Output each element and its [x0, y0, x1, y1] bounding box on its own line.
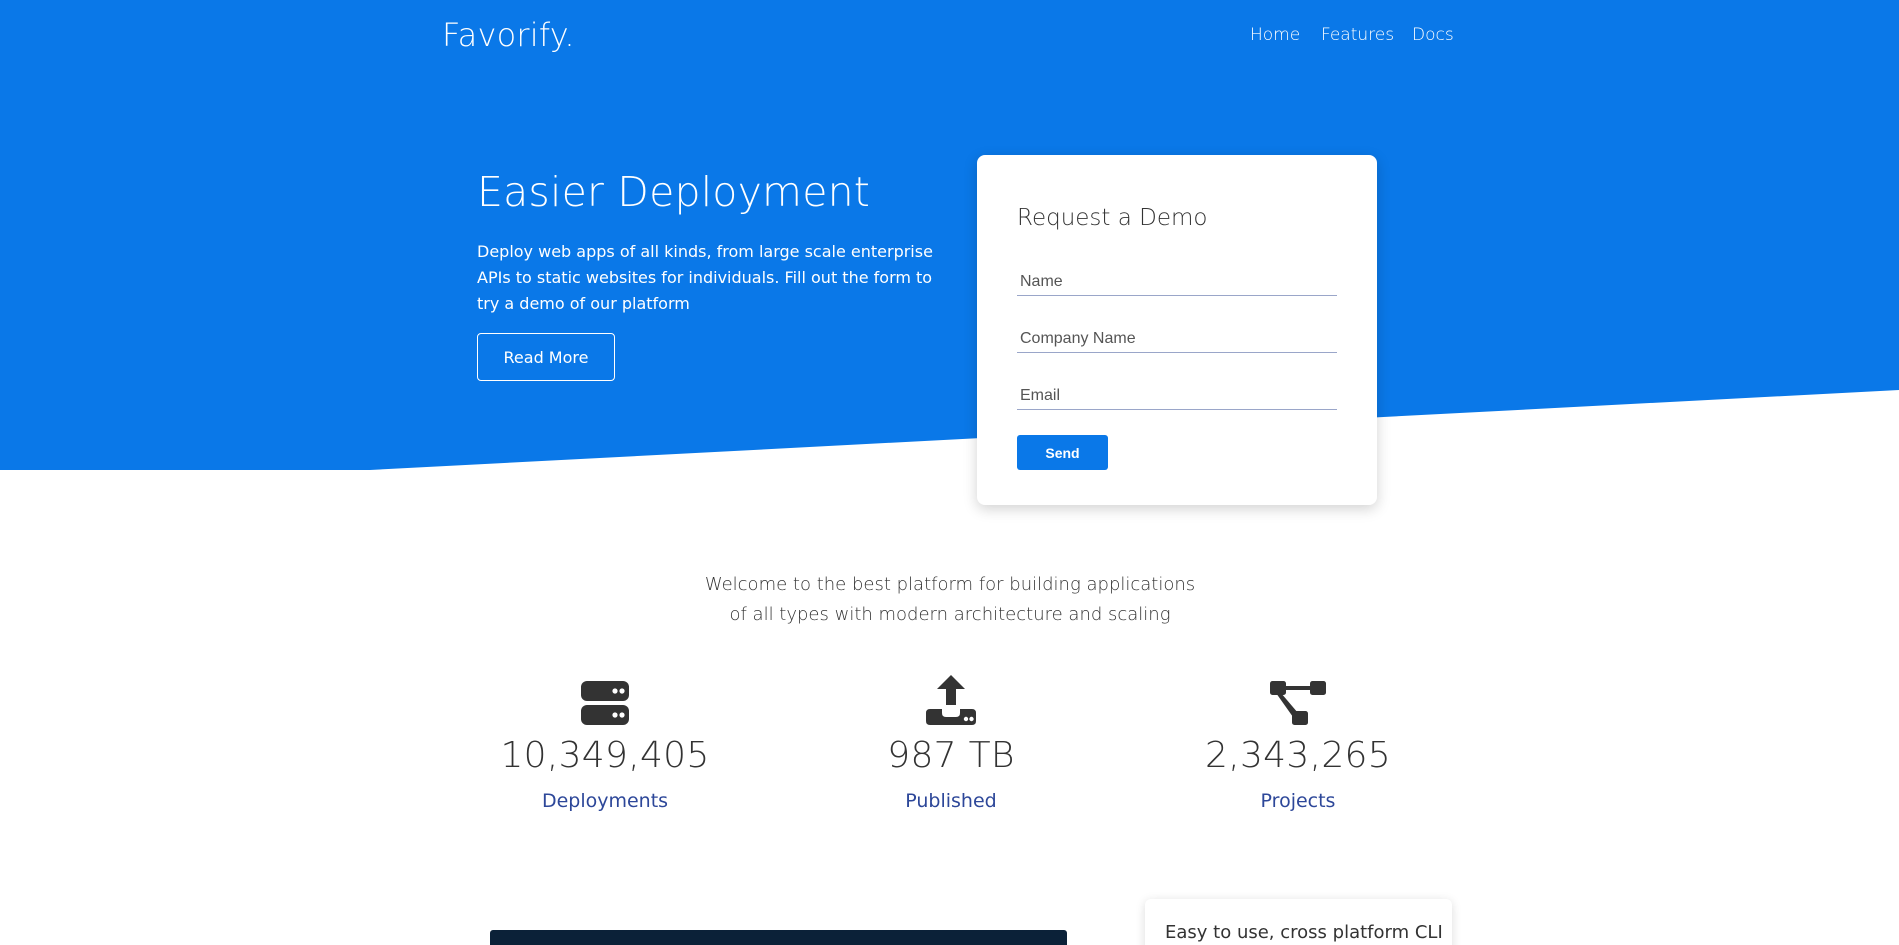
stat-value: 2,343,265 [1205, 735, 1391, 776]
stat-label: Projects [1260, 790, 1336, 812]
cli-feature-text: Easy to use, cross platform CLI [1165, 922, 1443, 943]
navbar: Favorify. Home Features Docs [0, 0, 1899, 75]
company-name-input[interactable] [1017, 321, 1337, 353]
server-icon [475, 675, 735, 725]
stat-label: Deployments [541, 790, 669, 812]
read-more-button[interactable]: Read More [477, 333, 615, 381]
upload-icon [821, 675, 1081, 725]
project-diagram-icon [1168, 675, 1428, 725]
terminal-preview [490, 930, 1067, 945]
request-demo-card: Request a Demo Send [977, 155, 1377, 505]
brand-logo[interactable]: Favorify. [442, 16, 575, 54]
nav-link-docs[interactable]: Docs [1412, 25, 1454, 45]
stat-value: 987 TB [887, 735, 1015, 776]
email-input[interactable] [1017, 378, 1337, 410]
stat-published: 987 TB Published [821, 675, 1081, 812]
stat-projects: 2,343,265 Projects [1168, 675, 1428, 812]
request-demo-title: Request a Demo [1017, 205, 1208, 231]
hero-description: Deploy web apps of all kinds, from large… [477, 242, 933, 313]
hero-title: Easier Deployment [477, 168, 871, 216]
name-input[interactable] [1017, 264, 1337, 296]
stat-value: 10,349,405 [500, 735, 710, 776]
send-button[interactable]: Send [1017, 435, 1108, 470]
nav-link-features[interactable]: Features [1321, 25, 1394, 45]
stat-deployments: 10,349,405 Deployments [475, 675, 735, 812]
welcome-text: Welcome to the best platform for buildin… [704, 574, 1196, 625]
cli-feature-card: Easy to use, cross platform CLI [1145, 899, 1452, 945]
nav-link-home[interactable]: Home [1250, 25, 1300, 45]
stat-label: Published [905, 790, 997, 812]
